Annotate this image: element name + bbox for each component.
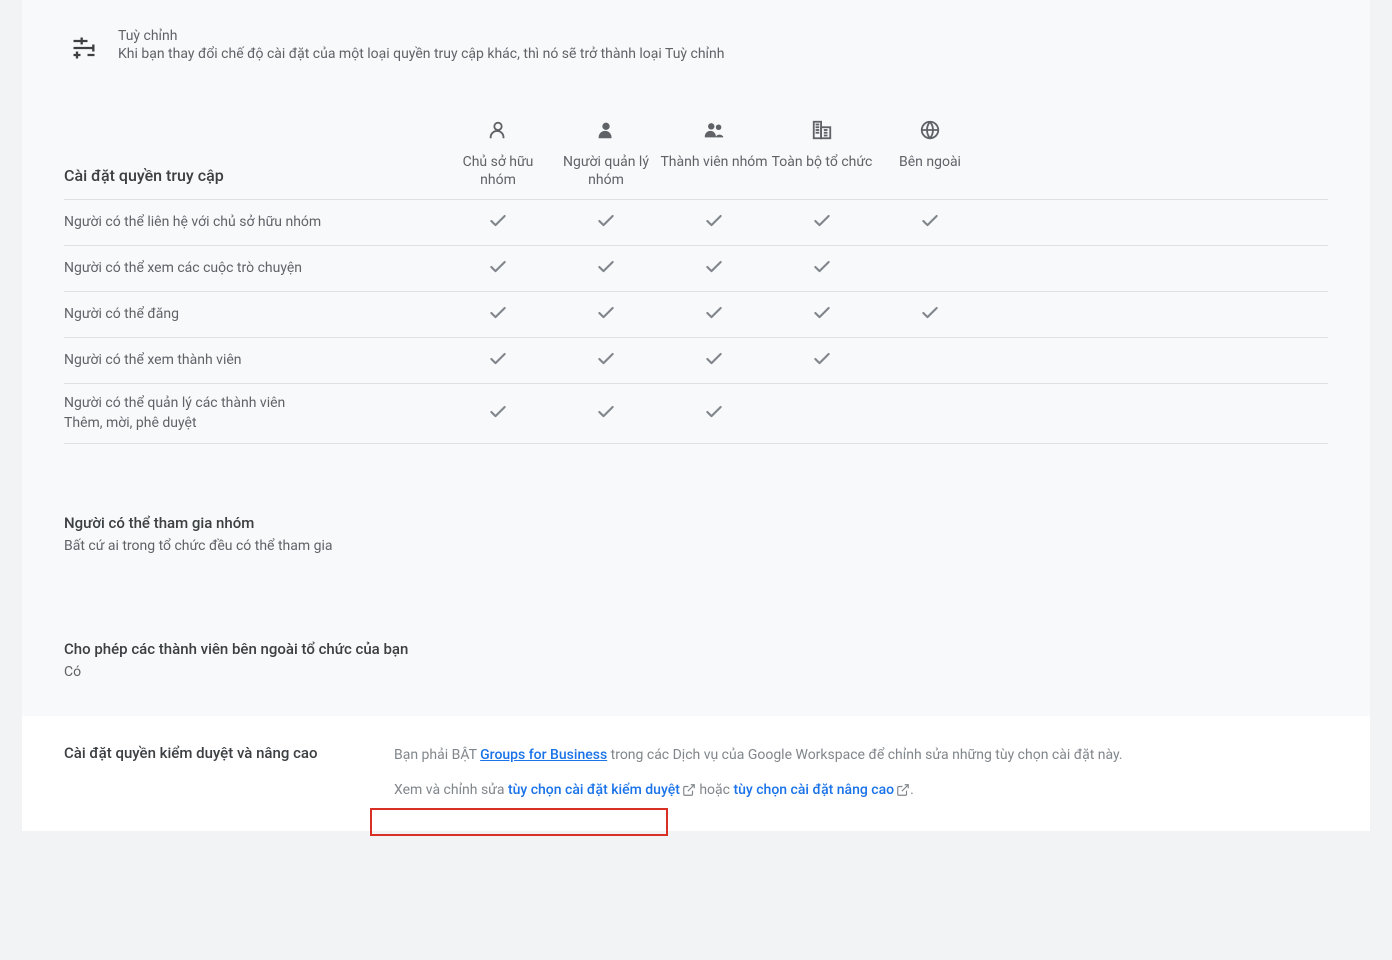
check-icon (812, 219, 832, 235)
access-matrix: Cài đặt quyền truy cập Chủ sở hữu nhómNg… (64, 116, 1328, 444)
matrix-cell[interactable] (660, 402, 768, 426)
role-column: Bên ngoài (876, 116, 984, 189)
matrix-cell[interactable] (768, 211, 876, 235)
footer-title: Cài đặt quyền kiểm duyệt và nâng cao (42, 744, 394, 801)
matrix-cell[interactable] (768, 257, 876, 281)
matrix-cell[interactable] (660, 257, 768, 281)
check-icon (596, 410, 616, 426)
role-column: Chủ sở hữu nhóm (444, 116, 552, 189)
footer-line2-post: . (910, 782, 914, 798)
row-label: Người có thể liên hệ với chủ sở hữu nhóm (64, 213, 444, 233)
matrix-cell[interactable] (552, 349, 660, 373)
check-icon (812, 357, 832, 373)
matrix-header: Cài đặt quyền truy cập Chủ sở hữu nhómNg… (64, 116, 1328, 199)
check-icon (704, 357, 724, 373)
people-icon (660, 116, 768, 144)
check-icon (920, 311, 940, 327)
check-icon (704, 410, 724, 426)
join-value: Bất cứ ai trong tổ chức đều có thể tham … (64, 538, 1328, 554)
row-label: Người có thể quản lý các thành viênThêm,… (64, 394, 444, 433)
open-in-new-icon (896, 783, 910, 797)
row-label: Người có thể đăng (64, 305, 444, 325)
matrix-row: Người có thể liên hệ với chủ sở hữu nhóm (64, 199, 1328, 245)
matrix-row: Người có thể xem các cuộc trò chuyện (64, 245, 1328, 291)
moderation-footer: Cài đặt quyền kiểm duyệt và nâng cao Bạn… (22, 716, 1370, 831)
matrix-cell[interactable] (876, 211, 984, 235)
matrix-row: Người có thể đăng (64, 291, 1328, 337)
footer-line2-pre: Xem và chỉnh sửa (394, 782, 508, 798)
custom-title: Tuỳ chỉnh (118, 28, 724, 44)
tune-icon (64, 28, 104, 68)
role-label: Toàn bộ tổ chức (768, 154, 876, 172)
check-icon (704, 265, 724, 281)
check-icon (488, 311, 508, 327)
check-icon (488, 219, 508, 235)
matrix-cell[interactable] (444, 349, 552, 373)
advanced-settings-link[interactable]: tùy chọn cài đặt nâng cao (733, 782, 894, 798)
check-icon (596, 357, 616, 373)
check-icon (596, 265, 616, 281)
person-outline-icon (444, 116, 552, 144)
matrix-cell[interactable] (660, 303, 768, 327)
external-value: Có (64, 664, 1328, 680)
matrix-cell[interactable] (444, 303, 552, 327)
matrix-cell[interactable] (552, 303, 660, 327)
matrix-cell[interactable] (444, 257, 552, 281)
custom-access-row: Tuỳ chỉnh Khi bạn thay đổi chế độ cài đặ… (64, 28, 1328, 68)
domain-icon (768, 116, 876, 144)
person-icon (552, 116, 660, 144)
matrix-row: Người có thể xem thành viên (64, 337, 1328, 383)
access-settings-section: Tuỳ chỉnh Khi bạn thay đổi chế độ cài đặ… (22, 0, 1370, 716)
matrix-cell[interactable] (876, 303, 984, 327)
settings-card: Tuỳ chỉnh Khi bạn thay đổi chế độ cài đặ… (22, 0, 1370, 831)
groups-for-business-link[interactable]: Groups for Business (480, 747, 607, 763)
role-column: Thành viên nhóm (660, 116, 768, 189)
external-section: Cho phép các thành viên bên ngoài tổ chứ… (64, 640, 1328, 680)
matrix-heading: Cài đặt quyền truy cập (64, 166, 444, 189)
check-icon (488, 265, 508, 281)
matrix-cell[interactable] (444, 211, 552, 235)
external-title: Cho phép các thành viên bên ngoài tổ chứ… (64, 640, 1328, 658)
check-icon (596, 219, 616, 235)
role-label: Người quản lý nhóm (552, 154, 660, 189)
matrix-cell[interactable] (552, 402, 660, 426)
check-icon (920, 219, 940, 235)
footer-text: Bạn phải BẬT Groups for Business trong c… (394, 744, 1123, 801)
check-icon (488, 410, 508, 426)
role-label: Chủ sở hữu nhóm (444, 154, 552, 189)
role-label: Bên ngoài (876, 154, 984, 172)
matrix-row: Người có thể quản lý các thành viênThêm,… (64, 383, 1328, 444)
join-section: Người có thể tham gia nhóm Bất cứ ai tro… (64, 514, 1328, 554)
join-title: Người có thể tham gia nhóm (64, 514, 1328, 532)
globe-icon (876, 116, 984, 144)
custom-subtitle: Khi bạn thay đổi chế độ cài đặt của một … (118, 46, 724, 62)
footer-line1-pre: Bạn phải BẬT (394, 747, 480, 763)
moderation-settings-link[interactable]: tùy chọn cài đặt kiểm duyệt (508, 782, 680, 798)
matrix-cell[interactable] (768, 349, 876, 373)
role-column: Toàn bộ tổ chức (768, 116, 876, 189)
matrix-cell[interactable] (444, 402, 552, 426)
footer-line2-mid: hoặc (696, 782, 734, 798)
open-in-new-icon (682, 783, 696, 797)
matrix-cell[interactable] (552, 211, 660, 235)
check-icon (704, 219, 724, 235)
check-icon (596, 311, 616, 327)
role-column: Người quản lý nhóm (552, 116, 660, 189)
check-icon (704, 311, 724, 327)
row-label: Người có thể xem thành viên (64, 351, 444, 371)
footer-line1-post: trong các Dịch vụ của Google Workspace đ… (607, 747, 1122, 763)
check-icon (812, 265, 832, 281)
role-label: Thành viên nhóm (660, 154, 768, 172)
matrix-cell[interactable] (552, 257, 660, 281)
matrix-cell[interactable] (768, 303, 876, 327)
matrix-cell[interactable] (660, 211, 768, 235)
row-label: Người có thể xem các cuộc trò chuyện (64, 259, 444, 279)
check-icon (812, 311, 832, 327)
check-icon (488, 357, 508, 373)
matrix-cell[interactable] (660, 349, 768, 373)
